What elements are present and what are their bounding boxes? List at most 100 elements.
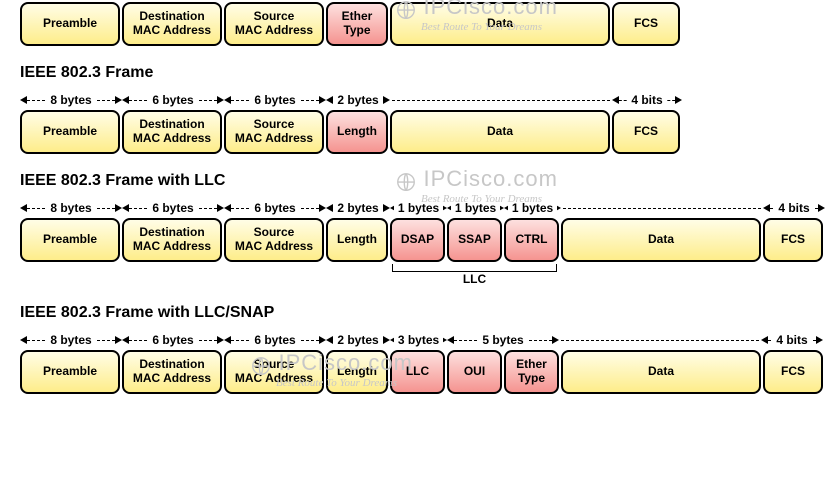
brace-label: LLC <box>390 262 559 286</box>
size-text: 2 bytes <box>333 93 382 107</box>
size-label: 4 bits <box>612 90 682 110</box>
field-label: Destination MAC Address <box>133 226 211 254</box>
field-label: Data <box>487 125 513 139</box>
frame-field: Length <box>326 110 388 154</box>
field-label: Preamble <box>43 17 97 31</box>
frame-field: FCS <box>612 2 680 46</box>
field-label: Data <box>648 233 674 247</box>
field-row: Preamble Destination MAC Address Source MA… <box>20 110 825 154</box>
frame-field: FCS <box>612 110 680 154</box>
field-label: Preamble <box>43 125 97 139</box>
field-label: Data <box>487 17 513 31</box>
size-label: 2 bytes <box>326 330 390 350</box>
frame-field: Source MAC Address <box>224 350 324 394</box>
field-label: FCS <box>634 125 658 139</box>
field-label: Data <box>648 365 674 379</box>
field-label: Ether Type <box>516 358 547 386</box>
frame-title: IEEE 802.3 Frame with LLC/SNAP <box>20 304 825 322</box>
size-text: 2 bytes <box>333 201 382 215</box>
field-label: Preamble <box>43 365 97 379</box>
frame-section: IEEE 802.3 Frame 8 bytes 6 bytes 6 bytes 2 b… <box>0 64 835 154</box>
size-label <box>122 0 224 2</box>
field-label: SSAP <box>458 233 491 247</box>
field-label: Destination MAC Address <box>133 358 211 386</box>
size-text: 6 bytes <box>250 201 299 215</box>
size-label: 4 bits <box>763 198 825 218</box>
field-label: FCS <box>781 365 805 379</box>
size-label <box>20 0 122 2</box>
size-text: 1 bytes <box>451 201 500 215</box>
size-text: 4 bits <box>774 201 813 215</box>
frame-field: CTRL <box>504 218 559 262</box>
size-text: 6 bytes <box>148 93 197 107</box>
field-label: Source MAC Address <box>235 10 313 38</box>
size-label: 1 bytes <box>390 198 447 218</box>
frame-field: Destination MAC Address <box>122 218 222 262</box>
size-label: 6 bytes <box>224 90 326 110</box>
size-label: 6 bytes <box>122 90 224 110</box>
size-label: 8 bytes <box>20 198 122 218</box>
frame-field: LLC <box>390 350 445 394</box>
size-label: 6 bytes <box>224 198 326 218</box>
frame-field: Ether Type <box>504 350 559 394</box>
field-label: CTRL <box>516 233 548 247</box>
size-text: 8 bytes <box>46 201 95 215</box>
size-label: 8 bytes <box>20 90 122 110</box>
frame-field: Destination MAC Address <box>122 110 222 154</box>
frame-field: FCS <box>763 350 823 394</box>
field-label: Length <box>337 233 377 247</box>
size-label: 6 bytes <box>224 330 326 350</box>
size-text: 6 bytes <box>148 201 197 215</box>
field-label: LLC <box>406 365 429 379</box>
size-label <box>224 0 326 2</box>
frame-title: IEEE 802.3 Frame <box>20 64 825 82</box>
field-label: DSAP <box>401 233 434 247</box>
field-label: Destination MAC Address <box>133 118 211 146</box>
frame-field: DSAP <box>390 218 445 262</box>
size-text: 6 bytes <box>148 333 197 347</box>
size-label <box>559 330 761 350</box>
field-row: Preamble Destination MAC Address Source MA… <box>20 218 825 262</box>
size-label: 2 bytes <box>326 198 390 218</box>
frame-section: IEEE 802.3 Frame with LLC/SNAP8 bytes6 b… <box>0 304 835 394</box>
size-label <box>612 0 682 2</box>
brace-row: LLC <box>20 262 825 286</box>
size-text: 4 bits <box>627 93 666 107</box>
size-label: 1 bytes <box>447 198 504 218</box>
size-label: 3 bytes <box>390 330 447 350</box>
frame-section: IEEE 802.3 Frame with LLC8 bytes6 bytes6… <box>0 172 835 286</box>
field-label: Destination MAC Address <box>133 10 211 38</box>
size-text: 5 bytes <box>478 333 527 347</box>
frame-section: Preamble Destination MAC Address Source MA… <box>0 0 835 46</box>
field-label: OUI <box>464 365 485 379</box>
size-label <box>561 198 763 218</box>
field-label: Preamble <box>43 233 97 247</box>
size-text: 6 bytes <box>250 93 299 107</box>
frame-field: Length <box>326 218 388 262</box>
size-label <box>390 0 612 2</box>
frame-field: Destination MAC Address <box>122 350 222 394</box>
size-text: 3 bytes <box>394 333 443 347</box>
frame-field: OUI <box>447 350 502 394</box>
size-label <box>326 0 390 2</box>
size-row: 8 bytes 6 bytes 6 bytes 2 bytes 1 bytes 1 byt… <box>20 198 825 218</box>
size-text: 8 bytes <box>46 93 95 107</box>
brace-text: LLC <box>390 272 559 286</box>
size-label: 2 bytes <box>326 90 390 110</box>
frame-field: Data <box>561 218 761 262</box>
frame-field: Destination MAC Address <box>122 2 222 46</box>
frame-field: Preamble <box>20 350 120 394</box>
field-row: Preamble Destination MAC Address Source MA… <box>20 2 825 46</box>
field-label: Ether Type <box>342 10 373 38</box>
size-label <box>390 90 612 110</box>
size-text: 6 bytes <box>250 333 299 347</box>
frame-field: Data <box>390 2 610 46</box>
field-label: Source MAC Address <box>235 226 313 254</box>
frame-field: Preamble <box>20 2 120 46</box>
field-label: Source MAC Address <box>235 358 313 386</box>
field-label: Source MAC Address <box>235 118 313 146</box>
size-label: 1 bytes <box>504 198 561 218</box>
size-text: 2 bytes <box>333 333 382 347</box>
frame-field: Length <box>326 350 388 394</box>
frame-field: Preamble <box>20 218 120 262</box>
